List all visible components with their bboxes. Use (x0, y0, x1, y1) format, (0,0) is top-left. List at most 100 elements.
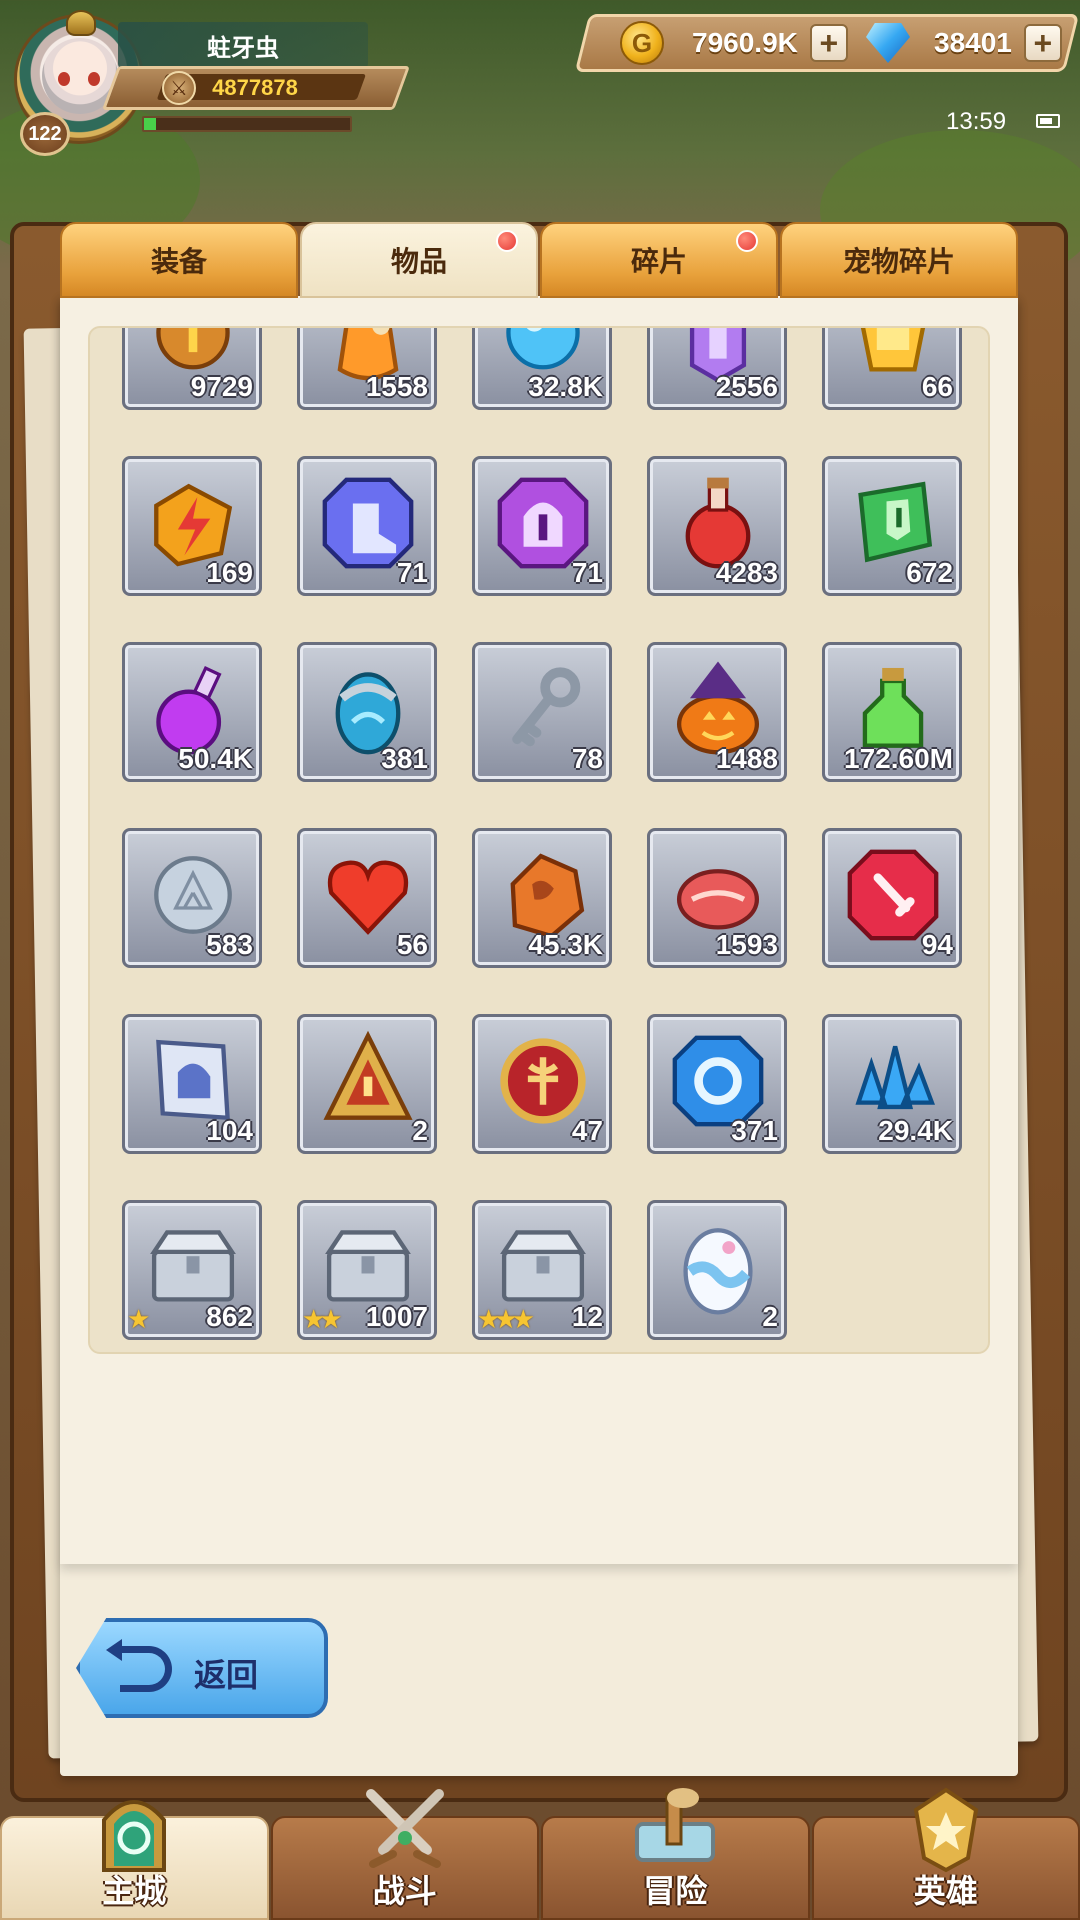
inventory-slot[interactable]: 32.8K (472, 328, 612, 410)
inventory-slot[interactable]: 672 (822, 456, 962, 596)
item-count: 583 (206, 929, 253, 960)
inventory-slot[interactable]: 172.60M (822, 642, 962, 782)
nav-heroes[interactable]: 英雄 (811, 1787, 1080, 1920)
helmet-ornament-icon (66, 10, 96, 36)
item-count: 94 (921, 929, 953, 960)
inventory-slot[interactable]: 371 (647, 1014, 787, 1154)
item-count: 1007 (365, 1301, 428, 1332)
inventory-slot[interactable]: ★ 862 (122, 1200, 262, 1340)
inventory-slot[interactable]: 1488 (647, 642, 787, 782)
item-count: 381 (381, 743, 428, 774)
inventory-slot[interactable]: 71 (472, 456, 612, 596)
inventory-slot[interactable]: 169 (122, 456, 262, 596)
bottom-navigation: 主城 战斗 冒险 英雄 (0, 1787, 1080, 1920)
diamond-icon (866, 23, 910, 63)
item-count: 12 (571, 1301, 603, 1332)
inventory-slot[interactable]: 4283 (647, 456, 787, 596)
gold-counter: G 7960.9K + (620, 14, 848, 72)
item-grid[interactable]: 9729 1558 32.8K 2556 66 169 71 71 4283 672 50.4K 38… (88, 326, 990, 1354)
nav-battle[interactable]: 战斗 (270, 1789, 539, 1920)
item-count: 169 (206, 557, 253, 588)
item-count: 172.60M (844, 743, 953, 774)
inventory-slot[interactable]: 2 (647, 1200, 787, 1340)
item-count: 47 (571, 1115, 603, 1146)
inventory-tabs: 装备 物品 碎片 宠物碎片 (60, 222, 1018, 298)
item-count: 29.4K (878, 1115, 953, 1146)
return-arrow-icon (106, 1639, 172, 1692)
inventory-slot[interactable]: 71 (297, 456, 437, 596)
tab-label: 宠物碎片 (842, 245, 955, 278)
item-count: 45.3K (528, 929, 603, 960)
nav-adventure[interactable]: 冒险 (541, 1788, 810, 1920)
pastel-egg-icon (683, 1228, 753, 1315)
item-count: 9729 (190, 371, 253, 402)
nav-label: 冒险 (643, 1872, 708, 1910)
experience-bar (142, 116, 352, 132)
nav-label: 英雄 (913, 1872, 978, 1910)
tab-label: 物品 (390, 245, 447, 278)
inventory-slot[interactable]: 29.4K (822, 1014, 962, 1154)
tab-items[interactable]: 物品 (300, 222, 538, 298)
combat-power-value: 4877878 (212, 75, 298, 100)
inventory-slot[interactable]: 56 (297, 828, 437, 968)
battery-icon (1036, 114, 1060, 128)
item-count: 1488 (715, 743, 778, 774)
inventory-slot[interactable]: 66 (822, 328, 962, 410)
inventory-slot[interactable]: 381 (297, 642, 437, 782)
gold-amount: 7960.9K (692, 27, 798, 58)
inventory-slot[interactable]: 583 (122, 828, 262, 968)
item-count: 1558 (365, 371, 428, 402)
inventory-slot[interactable]: 45.3K (472, 828, 612, 968)
inventory-slot[interactable]: 1558 (297, 328, 437, 410)
tab-label: 碎片 (630, 245, 687, 278)
portal-icon (102, 1800, 167, 1872)
item-count: 32.8K (528, 371, 603, 402)
back-button-label: 返回 (194, 1656, 259, 1694)
experience-fill (144, 118, 157, 130)
inventory-slot[interactable]: ★★★ 12 (472, 1200, 612, 1340)
inventory-slot[interactable]: 94 (822, 828, 962, 968)
inventory-slot[interactable]: ★★ 1007 (297, 1200, 437, 1340)
item-count: 2 (762, 1301, 778, 1332)
star-rating: ★★★ (477, 1305, 535, 1335)
level-badge: 122 (20, 112, 70, 156)
item-count: 50.4K (178, 743, 253, 774)
tab-fragments[interactable]: 碎片 (540, 222, 778, 298)
inventory-slot[interactable]: 2 (297, 1014, 437, 1154)
back-button[interactable]: 返回 (76, 1618, 328, 1718)
item-count: 104 (206, 1115, 253, 1146)
item-count: 71 (396, 557, 428, 588)
item-count: 862 (206, 1301, 253, 1332)
hero-crest-icon (913, 1787, 978, 1873)
add-diamond-button[interactable]: + (1023, 24, 1062, 62)
map-icon (635, 1788, 716, 1862)
item-count: 71 (571, 557, 603, 588)
item-count: 66 (921, 371, 953, 402)
nav-main-city[interactable]: 主城 (0, 1800, 269, 1920)
item-count: 2556 (715, 371, 778, 402)
tab-equipment[interactable]: 装备 (60, 222, 298, 298)
inventory-slot[interactable]: 50.4K (122, 642, 262, 782)
tab-pet-fragments[interactable]: 宠物碎片 (780, 222, 1018, 298)
item-count: 78 (571, 743, 603, 774)
diamond-amount: 38401 (934, 27, 1012, 58)
add-gold-button[interactable]: + (809, 24, 848, 62)
item-count: 2 (412, 1115, 428, 1146)
inventory-slot[interactable]: 2556 (647, 328, 787, 410)
inventory-slot[interactable]: 1593 (647, 828, 787, 968)
notification-dot (496, 230, 518, 252)
item-count: 4283 (715, 557, 778, 588)
inventory-slot[interactable]: 47 (472, 1014, 612, 1154)
diamond-counter: 38401 + (866, 14, 1062, 72)
item-count: 371 (731, 1115, 778, 1146)
nav-label: 战斗 (372, 1872, 437, 1910)
inventory-slot[interactable]: 9729 (122, 328, 262, 410)
inventory-slot[interactable]: 104 (122, 1014, 262, 1154)
tab-label: 装备 (150, 245, 207, 278)
rank-badge-icon (323, 1030, 413, 1120)
player-name: 蛀牙虫 (118, 22, 368, 68)
clock: 13:59 (946, 108, 1007, 135)
nav-label: 主城 (102, 1872, 167, 1910)
inventory-slot[interactable]: 78 (472, 642, 612, 782)
avatar-eye (58, 72, 70, 86)
